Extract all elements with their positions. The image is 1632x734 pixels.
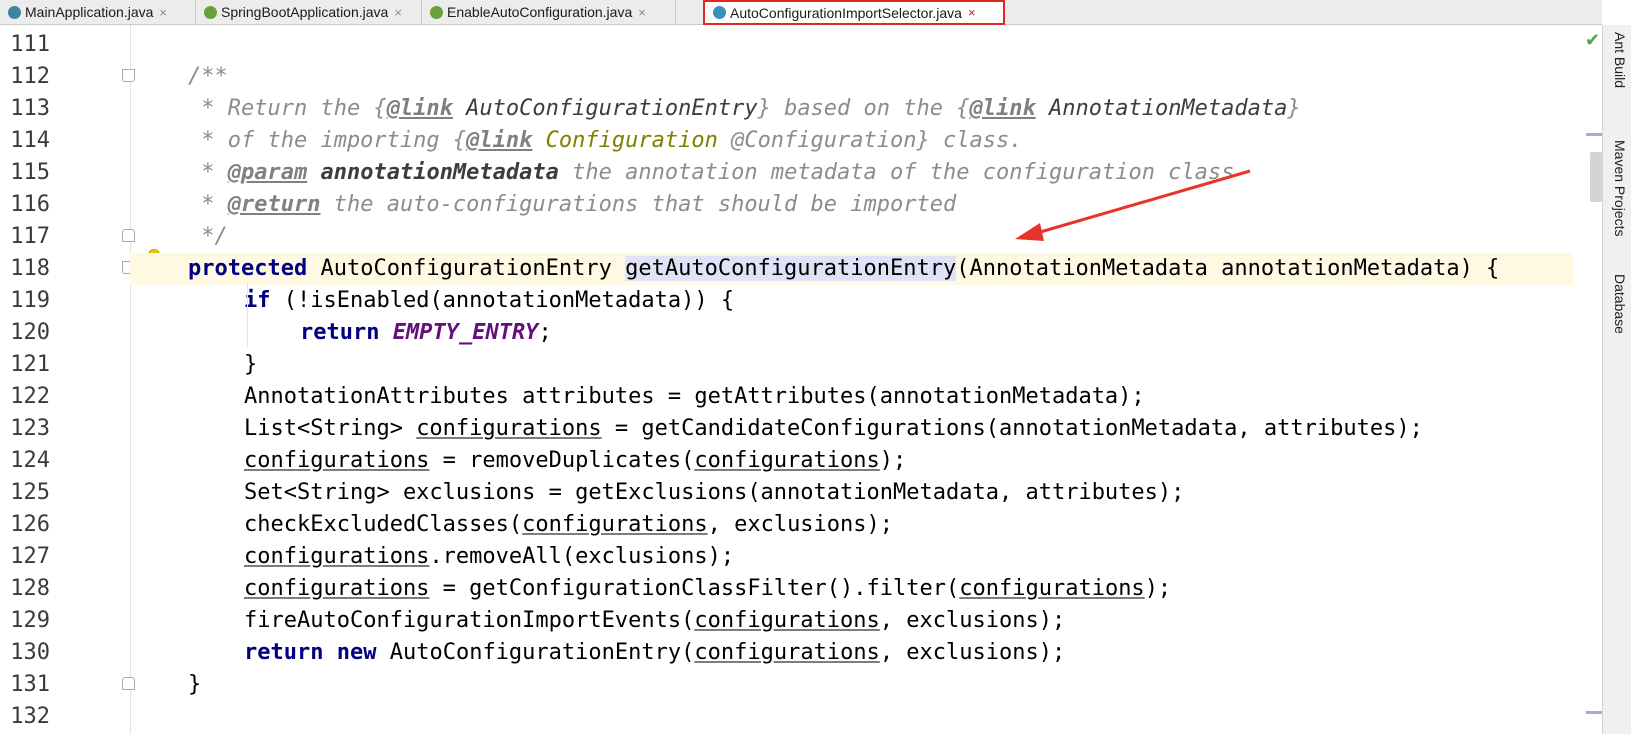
editor-scrollbar[interactable] <box>1573 25 1602 734</box>
tool-window-ant-build[interactable]: Ant Build <box>1612 32 1628 88</box>
inspection-ok-icon[interactable]: ✔ <box>1585 30 1600 51</box>
tool-window-maven-projects[interactable]: Maven Projects <box>1612 140 1628 236</box>
right-tool-window-bar <box>1602 25 1631 734</box>
scrollbar-thumb[interactable] <box>1590 152 1602 202</box>
error-stripe-mark[interactable] <box>1586 133 1602 136</box>
error-stripe-mark[interactable] <box>1586 711 1602 714</box>
annotation-arrow <box>1015 169 1251 241</box>
tool-window-database[interactable]: Database <box>1612 274 1628 334</box>
